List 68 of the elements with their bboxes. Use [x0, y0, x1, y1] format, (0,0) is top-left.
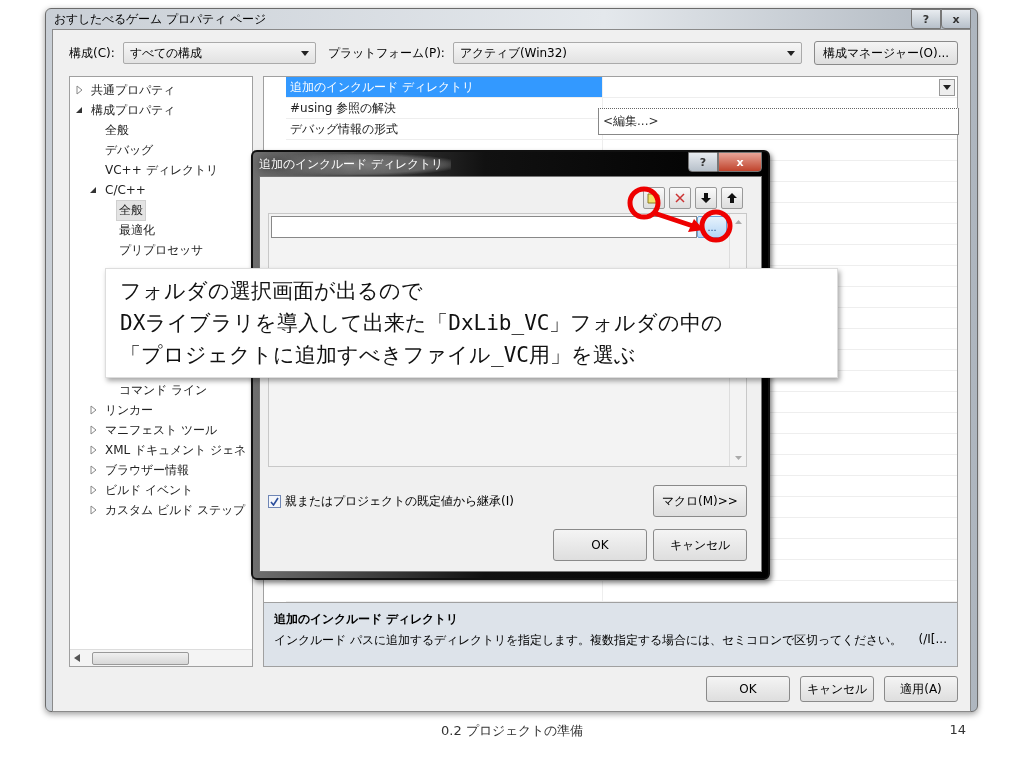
- config-dropdown[interactable]: すべての構成: [122, 42, 317, 64]
- expanded-icon[interactable]: [74, 105, 84, 115]
- checkbox-label[interactable]: 親またはプロジェクトの既定値から継承(I): [285, 492, 514, 510]
- tree-item[interactable]: C/C++: [102, 181, 149, 199]
- tree-item[interactable]: プリプロセッサ: [116, 239, 206, 261]
- highlight-circle: [627, 186, 661, 220]
- directory-input[interactable]: [271, 216, 697, 238]
- config-label: 構成(C):: [69, 44, 115, 62]
- dialog-button[interactable]: 適用(A): [884, 676, 958, 702]
- tree-item[interactable]: 構成プロパティ: [88, 99, 178, 121]
- tree-item[interactable]: 全般: [116, 199, 146, 221]
- callout-text: 「プロジェクトに追加すべきファイル_VC用」を選ぶ: [120, 342, 637, 369]
- scroll-left-icon[interactable]: [74, 654, 80, 662]
- move-up-button[interactable]: [721, 187, 743, 209]
- collapsed-icon[interactable]: [88, 485, 98, 495]
- switch-text: (/I[...: [918, 632, 947, 648]
- check-icon: [270, 496, 279, 506]
- collapsed-icon[interactable]: [74, 85, 84, 95]
- help-button[interactable]: ?: [911, 9, 941, 29]
- horizontal-scrollbar[interactable]: [70, 649, 252, 666]
- tree-item[interactable]: XML ドキュメント ジェネ: [102, 439, 249, 461]
- dialog-button[interactable]: OK: [706, 676, 790, 702]
- callout-text: DXライブラリを導入して出来た「DxLib_VC」フォルダの中の: [120, 310, 725, 337]
- dialog-button[interactable]: キャンセル: [800, 676, 874, 702]
- delete-button[interactable]: [669, 187, 691, 209]
- dropdown-option[interactable]: <編集...>: [603, 113, 659, 130]
- macro-button[interactable]: マクロ(M)>>: [653, 485, 747, 517]
- platform-dropdown[interactable]: アクティブ(Win32): [452, 42, 803, 64]
- caret-icon: [787, 50, 796, 56]
- close-button[interactable]: x: [941, 9, 971, 29]
- tree-item[interactable]: 全般: [102, 119, 132, 141]
- window-title: おすしたべるゲーム プロパティ ページ: [53, 10, 266, 28]
- dropdown-button[interactable]: [939, 79, 955, 96]
- expanded-icon[interactable]: [88, 185, 98, 195]
- description-title: 追加のインクルード ディレクトリ: [274, 611, 460, 628]
- delete-icon: [675, 193, 685, 203]
- platform-label: プラットフォーム(P):: [328, 44, 445, 62]
- caret-icon: [301, 50, 310, 56]
- down-arrow-icon: [701, 193, 711, 203]
- page-number: 14: [949, 722, 966, 737]
- callout-text: フォルダの選択画面が出るので: [120, 278, 424, 305]
- collapsed-icon[interactable]: [88, 505, 98, 515]
- ok-button[interactable]: OK: [553, 529, 647, 561]
- tree-item[interactable]: カスタム ビルド ステップ: [102, 499, 248, 521]
- tree-item[interactable]: デバッグ: [102, 139, 156, 161]
- collapsed-icon[interactable]: [88, 445, 98, 455]
- tree-item[interactable]: 共通プロパティ: [88, 79, 178, 101]
- collapsed-icon[interactable]: [88, 405, 98, 415]
- footer-title: 0.2 プロジェクトの準備: [441, 722, 583, 740]
- move-down-button[interactable]: [695, 187, 717, 209]
- highlight-circle: [699, 209, 733, 243]
- tree-item[interactable]: マニフェスト ツール: [102, 419, 220, 441]
- caret-icon: [943, 85, 951, 90]
- tree-item[interactable]: 最適化: [116, 219, 158, 241]
- tree-item[interactable]: VC++ ディレクトリ: [102, 159, 221, 181]
- tree-item[interactable]: リンカー: [102, 399, 156, 421]
- up-arrow-icon: [727, 193, 737, 203]
- folder-icon: [647, 192, 661, 204]
- tree-item[interactable]: コマンド ライン: [116, 379, 210, 401]
- cancel-button[interactable]: キャンセル: [653, 529, 747, 561]
- config-manager-button[interactable]: 構成マネージャー(O)...: [814, 41, 958, 65]
- tree-item[interactable]: ブラウザー情報: [102, 459, 192, 481]
- description-text: インクルード パスに追加するディレクトリを指定します。複数指定する場合には、セミコロンで区切ってください。: [274, 632, 902, 649]
- tree-item[interactable]: ビルド イベント: [102, 479, 196, 501]
- collapsed-icon[interactable]: [88, 465, 98, 475]
- collapsed-icon[interactable]: [88, 425, 98, 435]
- help-button[interactable]: ?: [688, 152, 718, 172]
- checkbox[interactable]: [268, 494, 281, 508]
